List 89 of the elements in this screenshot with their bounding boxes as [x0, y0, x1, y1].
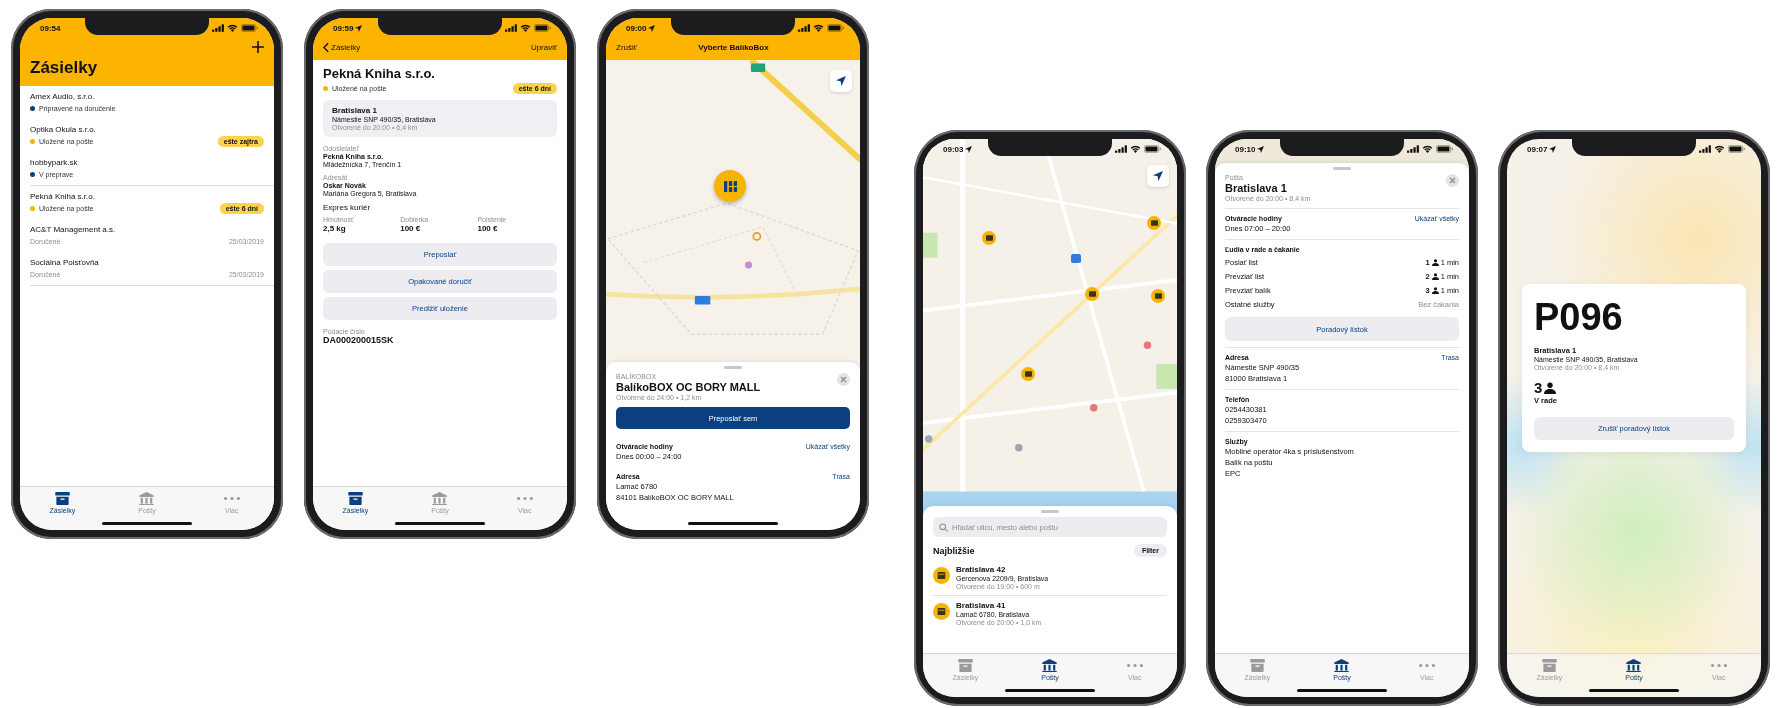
post-office-icon — [933, 603, 950, 620]
plus-icon — [252, 41, 264, 53]
status-time: 09:54 — [40, 23, 61, 33]
close-button[interactable] — [837, 373, 850, 386]
service-name: Expres kuriér — [323, 203, 372, 212]
wifi-icon — [813, 24, 824, 32]
wifi-icon — [1130, 145, 1141, 153]
signal-icon — [212, 24, 224, 32]
archive-icon — [53, 492, 71, 505]
map-poi-icon — [1143, 341, 1152, 349]
wifi-icon — [520, 24, 531, 32]
place-title: Bratislava 1 — [1225, 182, 1288, 194]
wifi-icon — [1422, 145, 1433, 153]
person-icon — [1544, 381, 1557, 394]
location-arrow-icon — [1153, 171, 1163, 181]
location-button[interactable] — [830, 70, 852, 92]
metric-value: 100 € — [400, 224, 422, 233]
post-office-name: Bratislava 1 — [332, 106, 378, 115]
shipment-name: hobbypark.sk — [30, 158, 79, 167]
chevron-icon — [323, 41, 329, 53]
ticket-number: P096 — [1534, 298, 1624, 336]
queue-count: 3 — [1534, 379, 1543, 396]
status-time: 09:07 — [1527, 144, 1548, 154]
section-heading: Najbližšie — [933, 545, 975, 556]
building-icon — [138, 492, 156, 505]
archive-icon — [346, 492, 364, 505]
wifi-icon — [227, 24, 238, 32]
shipment-name: Optika Okula s.r.o. — [30, 125, 97, 134]
post-office-name: Bratislava 42 — [956, 565, 1007, 574]
status-time: 09:00 — [626, 23, 647, 33]
map-poi-icon — [925, 435, 933, 443]
map-poi-icon — [1090, 404, 1098, 412]
shipment-name: Amex Audio, s.r.o. — [30, 92, 96, 101]
search-icon — [939, 523, 948, 532]
status-time: 09:03 — [943, 144, 964, 154]
cancel-button[interactable]: Zrušiť — [616, 42, 637, 52]
building-icon — [431, 492, 449, 505]
signal-icon — [1115, 145, 1127, 153]
map-poi-icon — [1015, 444, 1023, 452]
post-office-icon — [933, 567, 950, 584]
close-button[interactable] — [1446, 174, 1459, 187]
map-poi-icon — [752, 232, 762, 241]
map-poi-icon — [744, 261, 753, 269]
edit-button[interactable]: Upraviť — [530, 42, 557, 52]
battery-icon — [827, 24, 844, 32]
battery-icon — [534, 24, 551, 32]
battery-icon — [1728, 145, 1745, 153]
status-time: 09:59 — [333, 23, 354, 33]
signal-icon — [505, 24, 517, 32]
status-time: 09:10 — [1235, 144, 1256, 154]
archive-icon — [1248, 659, 1266, 672]
shipment-name: Sociálna Poisťovňa — [30, 258, 100, 267]
signal-icon — [798, 24, 810, 32]
battery-icon — [1436, 145, 1453, 153]
sheet-grabber — [1333, 167, 1351, 170]
person-icon — [1431, 287, 1439, 294]
sheet-grabber — [724, 366, 742, 369]
post-office-name: Bratislava 41 — [956, 601, 1007, 610]
place-title: BalíkoBOX OC BORY MALL — [616, 381, 761, 393]
signal-icon — [1699, 145, 1711, 153]
close-icon — [837, 373, 850, 386]
battery-icon — [241, 24, 258, 32]
person-icon — [1431, 273, 1439, 280]
metric-value: 100 € — [477, 224, 499, 233]
page-title: Zásielky — [30, 58, 99, 78]
location-arrow-icon — [836, 76, 846, 86]
nav-title: Vyberte BalíkoBox — [698, 42, 769, 52]
signal-icon — [1407, 145, 1419, 153]
add-button[interactable] — [252, 41, 264, 53]
back-button[interactable]: Zásielky — [323, 41, 361, 53]
person-icon — [1431, 259, 1439, 266]
road-sign-icon — [750, 63, 766, 72]
map-marker-icon — [1071, 254, 1081, 263]
shipment-name: AC&T Management a.s. — [30, 225, 117, 234]
archive-icon — [956, 659, 974, 672]
location-button[interactable] — [1147, 165, 1169, 187]
archive-icon — [1540, 659, 1558, 672]
building-icon — [1333, 659, 1351, 672]
battery-icon — [1144, 145, 1161, 153]
building-icon — [1041, 659, 1059, 672]
close-icon — [1446, 174, 1459, 187]
tracking-number: DA000200015SK — [323, 335, 395, 345]
shipment-name: Pekná Kniha s.r.o. — [30, 192, 96, 201]
metric-value: 2,5 kg — [323, 224, 347, 233]
sheet-grabber — [1041, 510, 1059, 513]
wifi-icon — [1714, 145, 1725, 153]
shipment-title: Pekná Kniha s.r.o. — [323, 66, 436, 81]
building-icon — [1625, 659, 1643, 672]
road-sign-icon — [694, 296, 711, 305]
